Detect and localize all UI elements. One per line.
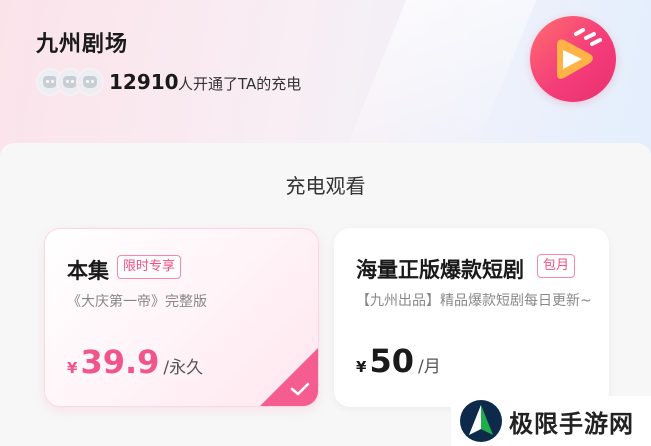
supporter-text: 人开通了TA的充电 bbox=[178, 75, 302, 93]
currency-symbol: ¥ bbox=[356, 358, 367, 376]
plan-card-episode[interactable]: 本集 限时专享 《大庆第一帝》完整版 ¥ 39.9 /永久 bbox=[44, 228, 319, 407]
watermark-text: 极限手游网 bbox=[509, 409, 634, 438]
site-watermark: 极限手游网 bbox=[451, 396, 651, 446]
avatar-placeholder-icon bbox=[63, 76, 77, 88]
plan-price: ¥ 39.9 /永久 bbox=[67, 343, 203, 381]
supporter-count: 12910 bbox=[109, 70, 179, 94]
header-decoration bbox=[341, 0, 549, 160]
supporter-avatars bbox=[36, 68, 106, 96]
avatar-placeholder-icon bbox=[43, 76, 57, 88]
price-unit: /永久 bbox=[163, 358, 204, 378]
plan-card-monthly[interactable]: 海量正版爆款短剧 包月 【九州出品】精品爆款短剧每日更新~ ¥ 50 /月 bbox=[334, 228, 609, 407]
plan-price: ¥ 50 /月 bbox=[356, 342, 441, 380]
price-amount: 50 bbox=[369, 342, 414, 380]
price-unit: /月 bbox=[417, 357, 441, 377]
plan-tag: 包月 bbox=[537, 254, 576, 278]
plan-description: 《大庆第一帝》完整版 bbox=[67, 294, 207, 310]
avatar bbox=[76, 68, 104, 96]
watermark-logo-icon bbox=[460, 400, 502, 442]
play-logo-icon[interactable] bbox=[530, 16, 616, 102]
plan-name: 本集 bbox=[67, 259, 109, 283]
price-amount: 39.9 bbox=[80, 343, 160, 381]
channel-title: 九州剧场 bbox=[36, 32, 129, 57]
plan-description: 【九州出品】精品爆款短剧每日更新~ bbox=[356, 293, 592, 309]
check-icon bbox=[290, 382, 310, 396]
plan-name: 海量正版爆款短剧 bbox=[356, 258, 524, 282]
plan-tag: 限时专享 bbox=[117, 255, 182, 279]
avatar-placeholder-icon bbox=[83, 76, 97, 88]
currency-symbol: ¥ bbox=[67, 359, 78, 377]
selected-indicator bbox=[260, 348, 318, 406]
section-title: 充电观看 bbox=[285, 174, 366, 198]
